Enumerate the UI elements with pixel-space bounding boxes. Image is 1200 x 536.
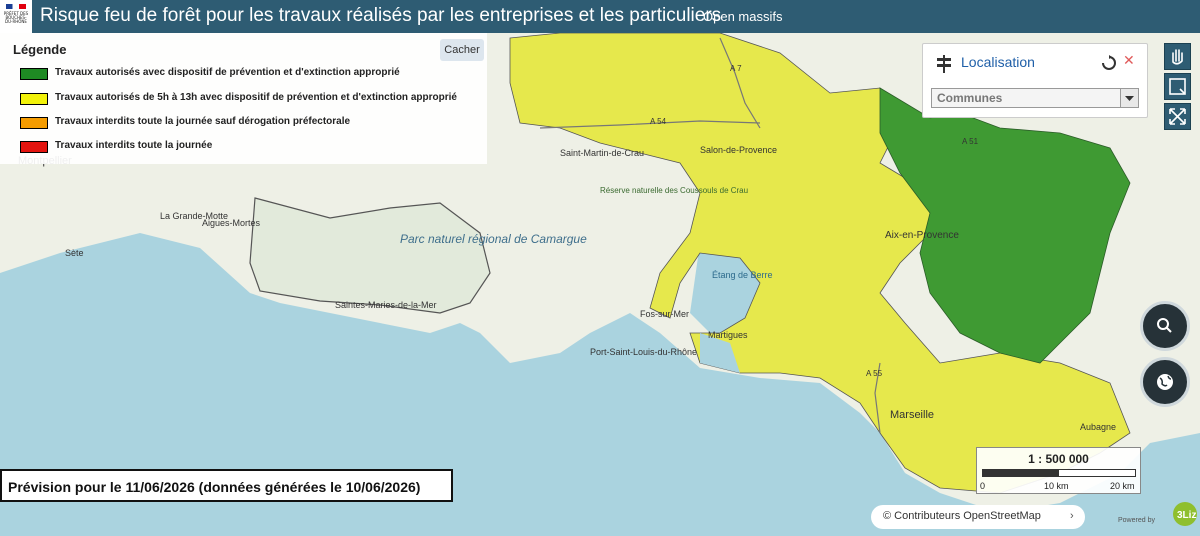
legend-item-label: Travaux interdits toute la journée <box>55 140 213 151</box>
scale-tick: 20 km <box>1110 481 1135 491</box>
road-label: A 7 <box>730 64 742 73</box>
legend-item-label: Travaux autorisés de 5h à 13h avec dispo… <box>55 92 457 103</box>
map-label: Parc naturel régional de Camargue <box>400 232 587 246</box>
map-label: Saint-Martin-de-Crau <box>560 148 644 158</box>
legend-title: Légende <box>13 42 67 57</box>
scale-ratio: 1 : 500 000 <box>1028 452 1089 466</box>
open-massifs-link[interactable]: Open massifs <box>703 9 782 24</box>
road-label: A 54 <box>650 117 667 126</box>
map-label: Réserve naturelle des Coussouls de Crau <box>600 186 748 195</box>
legend-item-label: Travaux interdits toute la journée sauf … <box>55 116 351 127</box>
chevron-right-icon[interactable]: › <box>1070 510 1074 522</box>
legend-swatch-green <box>20 68 48 80</box>
powered-by-lizmap[interactable]: Powered by 3Liz <box>1090 500 1200 531</box>
page-title: Risque feu de forêt pour les travaux réa… <box>40 5 722 26</box>
signpost-icon <box>937 55 951 73</box>
hide-legend-button[interactable]: Cacher <box>440 39 484 61</box>
french-flag-icon <box>6 4 26 9</box>
app-header: PRÉFET DES BOUCHES-DU-RHÔNE Risque feu d… <box>0 0 1200 33</box>
zoom-box-button[interactable] <box>1164 73 1191 100</box>
map-label: Aigues-Mortes <box>202 218 261 228</box>
legend-swatch-red <box>20 141 48 153</box>
pan-button[interactable] <box>1164 43 1191 70</box>
full-extent-button[interactable] <box>1164 103 1191 130</box>
localisation-panel: Localisation ✕ Communes <box>922 43 1148 118</box>
scale-bar-graphic <box>982 469 1136 477</box>
search-icon <box>1157 318 1172 333</box>
map-label: Salon-de-Provence <box>700 145 777 155</box>
legend-swatch-orange <box>20 117 48 129</box>
powered-by-text: Powered by <box>1118 517 1155 524</box>
scale-bar: 1 : 500 000 0 10 km 20 km <box>976 447 1141 494</box>
road-label: A 51 <box>962 137 979 146</box>
map-label: Aix-en-Provence <box>885 230 959 241</box>
communes-select-value: Communes <box>937 91 1003 105</box>
close-icon[interactable]: ✕ <box>1123 52 1135 69</box>
attribution-text[interactable]: © Contributeurs OpenStreetMap <box>883 510 1041 522</box>
forecast-box: Prévision pour le 11/06/2026 (données gé… <box>0 469 453 502</box>
basemap-button[interactable] <box>1140 357 1190 407</box>
map-label: Sète <box>65 248 84 258</box>
logo-brand-text: 3Liz <box>1177 510 1196 521</box>
map-label: Martigues <box>708 330 748 340</box>
expand-icon <box>1169 108 1186 125</box>
legend-panel: Légende Cacher Travaux autorisés avec di… <box>0 33 487 164</box>
map-label: Saintes-Maries-de-la-Mer <box>335 300 437 310</box>
legend-swatch-yellow <box>20 93 48 105</box>
lizmap-logo-icon: 3Liz <box>1173 502 1197 526</box>
map-label: Marseille <box>890 409 934 421</box>
map-label: Fos-sur-Mer <box>640 309 689 319</box>
zoom-box-icon <box>1169 78 1186 95</box>
road-label: A 55 <box>866 369 883 378</box>
prefecture-logo: PRÉFET DES BOUCHES-DU-RHÔNE <box>0 0 32 33</box>
logo-text: PRÉFET DES BOUCHES-DU-RHÔNE <box>3 11 29 24</box>
forecast-text: Prévision pour le 11/06/2026 (données gé… <box>8 479 421 495</box>
map-label: Aubagne <box>1080 422 1116 432</box>
communes-select[interactable]: Communes <box>931 88 1139 108</box>
globe-icon <box>1157 374 1173 390</box>
search-button[interactable] <box>1140 301 1190 351</box>
scale-tick: 0 <box>980 481 986 491</box>
attribution-bar[interactable]: © Contributeurs OpenStreetMap › <box>871 505 1085 529</box>
legend-item-label: Travaux autorisés avec dispositif de pré… <box>55 67 400 78</box>
scale-tick: 10 km <box>1044 481 1069 491</box>
hand-icon <box>1172 49 1183 65</box>
chevron-down-icon[interactable] <box>1120 89 1138 107</box>
map-label: Port-Saint-Louis-du-Rhône <box>590 347 697 357</box>
map-label: Étang de Berre <box>712 270 773 280</box>
localisation-title: Localisation <box>961 54 1035 70</box>
refresh-icon[interactable] <box>1101 55 1117 71</box>
camargue-park <box>249 197 491 314</box>
